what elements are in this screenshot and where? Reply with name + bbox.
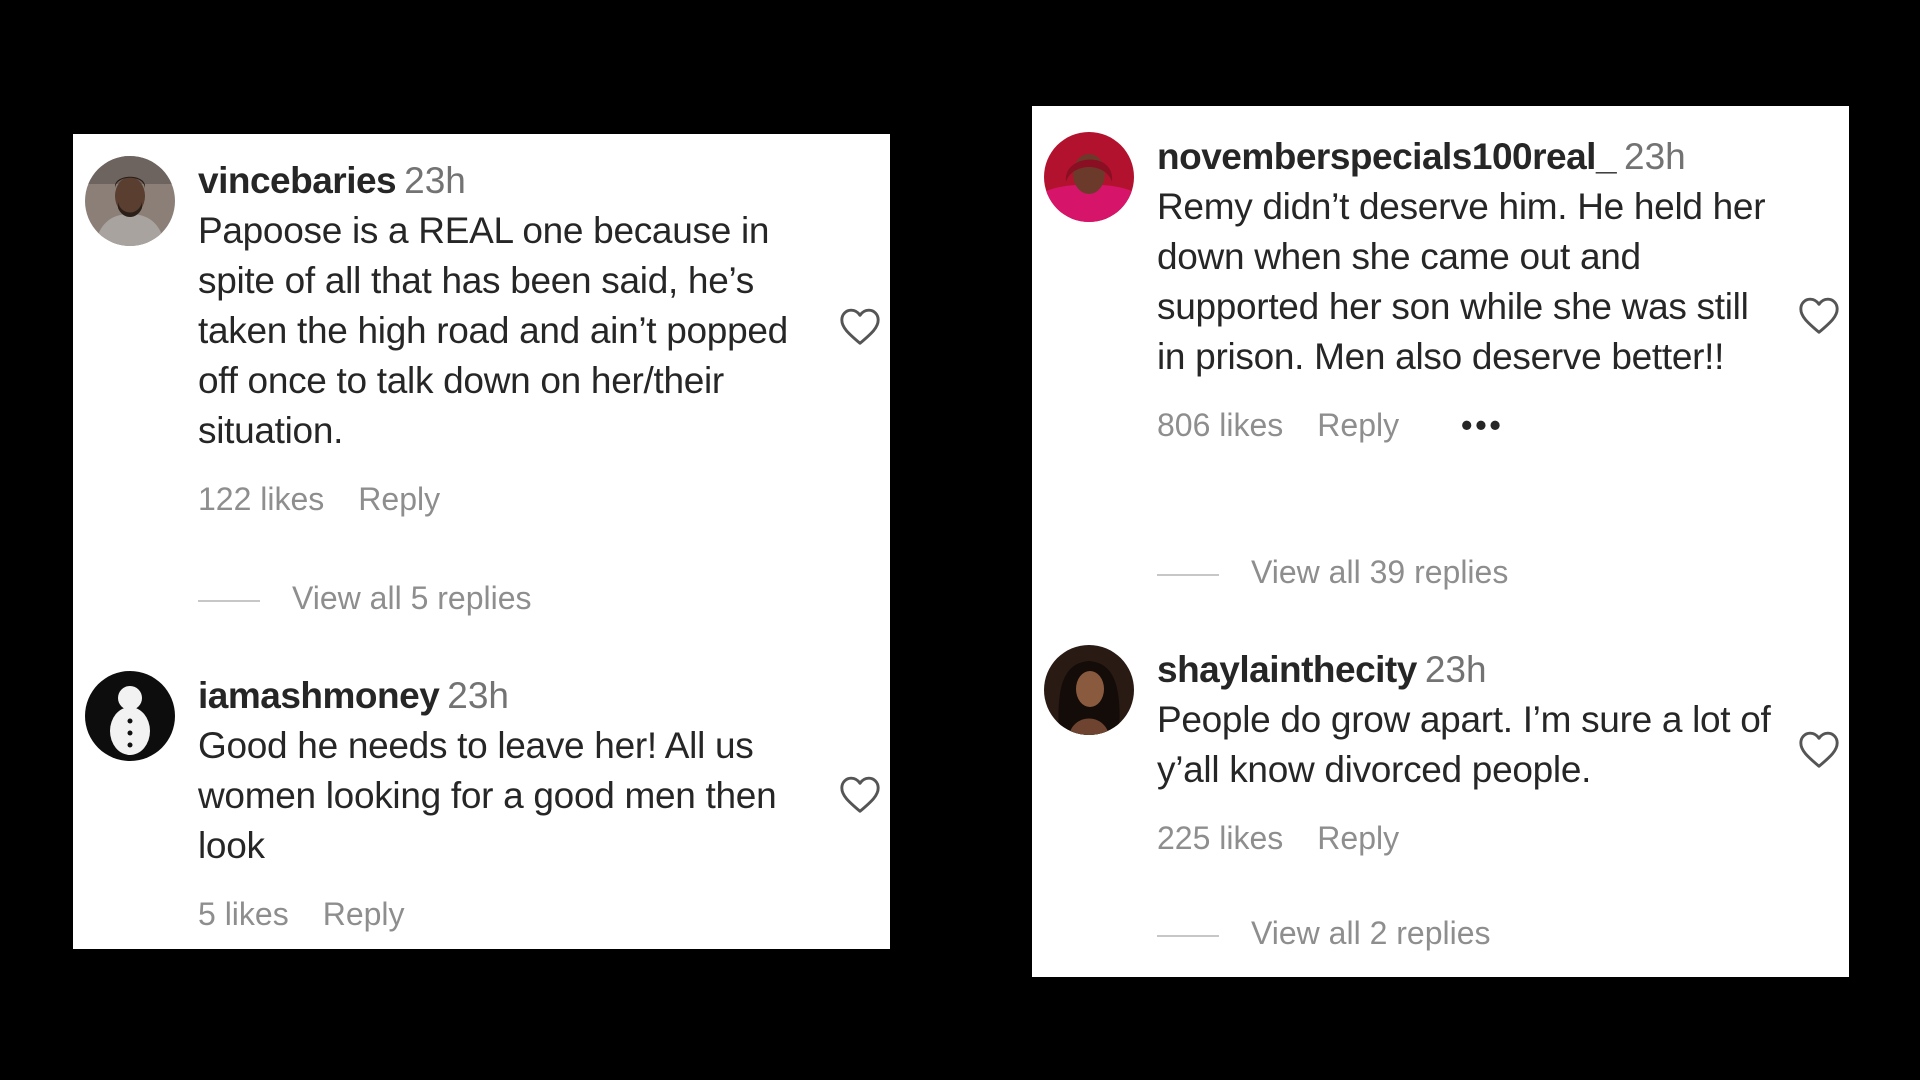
divider-line	[1157, 573, 1219, 576]
view-replies-button[interactable]: View all 39 replies	[1157, 552, 1508, 592]
comment-text: Good he needs to leave her! All us women…	[198, 725, 777, 866]
reply-button[interactable]: Reply	[1317, 400, 1399, 450]
heart-outline-icon[interactable]	[1797, 729, 1841, 769]
avatar[interactable]	[1044, 132, 1134, 222]
likes-count[interactable]: 806 likes	[1157, 400, 1283, 450]
likes-count[interactable]: 225 likes	[1157, 813, 1283, 863]
comments-panel-left: vincebaries 23h Papoose is a REAL one bec…	[73, 134, 890, 949]
comment-timestamp[interactable]: 23h	[404, 160, 466, 201]
reply-button[interactable]: Reply	[323, 889, 405, 939]
comment-username[interactable]: vincebaries	[198, 160, 397, 201]
reply-button[interactable]: Reply	[1317, 813, 1399, 863]
comment-username[interactable]: iamashmoney	[198, 675, 440, 716]
view-replies-button[interactable]: View all 5 replies	[198, 578, 532, 618]
heart-outline-icon[interactable]	[838, 774, 882, 814]
likes-count[interactable]: 122 likes	[198, 474, 324, 524]
comment-text: Remy didn’t deserve him. He held her dow…	[1157, 186, 1766, 377]
comment-timestamp[interactable]: 23h	[447, 675, 509, 716]
comment-text: People do grow apart. I’m sure a lot of …	[1157, 699, 1771, 790]
heart-outline-icon[interactable]	[838, 306, 882, 346]
view-replies-button[interactable]: View all 2 replies	[1157, 913, 1491, 953]
view-replies-label[interactable]: View all 2 replies	[1251, 915, 1491, 951]
comment-timestamp[interactable]: 23h	[1624, 136, 1686, 177]
likes-count[interactable]: 5 likes	[198, 889, 289, 939]
divider-line	[198, 599, 260, 602]
avatar[interactable]	[85, 156, 175, 246]
comment-text: Papoose is a REAL one because in spite o…	[198, 210, 788, 451]
view-replies-label[interactable]: View all 39 replies	[1251, 554, 1508, 590]
comment-timestamp[interactable]: 23h	[1425, 649, 1487, 690]
avatar[interactable]	[1044, 645, 1134, 735]
comment-username[interactable]: novemberspecials100real_	[1157, 136, 1617, 177]
comment-username[interactable]: shaylainthecity	[1157, 649, 1417, 690]
more-options-icon[interactable]: •••	[1461, 400, 1504, 450]
comments-panel-right: novemberspecials100real_ 23h Remy didn’t …	[1032, 106, 1849, 977]
avatar[interactable]	[85, 671, 175, 761]
heart-outline-icon[interactable]	[1797, 295, 1841, 335]
divider-line	[1157, 934, 1219, 937]
reply-button[interactable]: Reply	[358, 474, 440, 524]
view-replies-label[interactable]: View all 5 replies	[292, 580, 532, 616]
